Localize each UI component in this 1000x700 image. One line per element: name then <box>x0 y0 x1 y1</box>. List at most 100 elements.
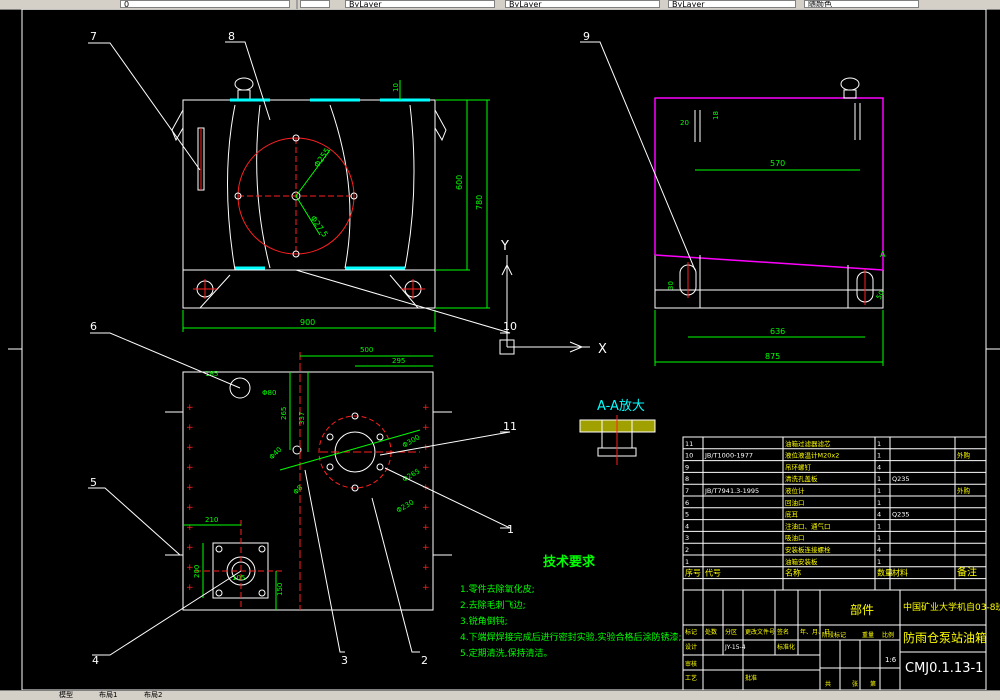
top-view: +++ +++ +++ + +++ +++ +++ + 500 295 185 … <box>165 346 452 611</box>
dim-front-r2: Φ27.5 <box>308 214 329 239</box>
layer-tools-button[interactable] <box>300 0 330 8</box>
title-scale: 1:6 <box>885 656 897 664</box>
svg-text:+: + <box>422 443 430 453</box>
dim-front-r: Φ255 <box>312 146 332 169</box>
svg-text:+: + <box>186 583 194 593</box>
callout-3: 3 <box>341 654 348 667</box>
dim-top-500: 500 <box>360 346 373 354</box>
toolbar-separator <box>296 0 298 9</box>
dim-top-300: Φ300 <box>401 433 421 449</box>
title-block: 部件 中国矿业大学机自03-8班 防雨仓泵站油箱 CMJ0.1.13-1 1:6… <box>682 589 1000 690</box>
layer-dropdown[interactable]: 0 <box>120 0 290 8</box>
dim-side-570: 570 <box>770 159 785 168</box>
drawing-canvas[interactable]: Φ255 Φ27.5 900 600 780 10 570 20 18 30 5… <box>0 9 1000 690</box>
bom-header-note: 备注 <box>957 566 977 579</box>
lineweight-dropdown[interactable]: ByLayer <box>668 0 796 8</box>
tech-item: 1.零件去除氧化皮; <box>460 583 535 595</box>
svg-text:+: + <box>186 483 194 493</box>
tb-pizhun: 批准 <box>745 674 757 682</box>
svg-text:+: + <box>186 503 194 513</box>
callout-5: 5 <box>90 476 97 489</box>
bom-cell-qty: 4 <box>877 546 881 554</box>
dim-top-40: Φ40 <box>268 446 284 462</box>
callout-2: 2 <box>421 654 428 667</box>
bom-cell-qty: 1 <box>877 475 881 483</box>
title-drawing-no: CMJ0.1.13-1 <box>905 661 983 676</box>
dim-top-8: Φ8 <box>292 484 305 497</box>
title-part-type: 部件 <box>850 602 874 617</box>
svg-text:+: + <box>186 543 194 553</box>
callout-8: 8 <box>228 30 235 43</box>
bom-table: 11 油箱过滤器滤芯 110 JB/T1000-1977 液位液温计M20x2 1 外购9 吊… <box>682 436 987 591</box>
bom-cell-no: 11 <box>685 440 693 448</box>
tech-item: 4.下端焊焊接完成后进行密封实验,实验合格后涂防锈漆; <box>460 631 681 643</box>
bom-cell-code: JB/T1000-1977 <box>704 452 753 460</box>
ucs-x-label: X <box>598 342 607 357</box>
bom-cell-name: 油箱过滤器滤芯 <box>785 439 831 448</box>
ucs-y-label: Y <box>500 239 509 254</box>
svg-text:+: + <box>422 563 430 573</box>
bom-cell-mat: Q235 <box>892 475 910 483</box>
bom-cell-name: 底耳 <box>785 510 799 519</box>
bom-cell-no: 8 <box>685 475 689 483</box>
bom-header-code: 代号 <box>705 568 721 578</box>
bom-cell-note: 外购 <box>957 486 971 495</box>
dim-side-636: 636 <box>770 327 785 336</box>
color-dropdown[interactable]: ByLayer <box>345 0 495 8</box>
tech-item: 2.去除毛刺飞边; <box>460 599 526 611</box>
dim-side-a: A <box>880 250 886 259</box>
svg-text:+: + <box>422 543 430 553</box>
dim-top-337: 337 <box>298 412 306 425</box>
bom-cell-qty: 1 <box>877 558 881 566</box>
tb-qianming: 签名 <box>777 628 789 636</box>
plotstyle-dropdown[interactable]: 随颜色 <box>804 0 919 8</box>
bom-cell-qty: 4 <box>877 463 881 471</box>
dim-top-80: Φ80 <box>262 389 276 397</box>
svg-text:+: + <box>422 523 430 533</box>
tech-title: 技术要求 <box>543 554 596 570</box>
tech-item: 3.锐角倒钝; <box>460 615 508 627</box>
tb-gengai: 更改文件号 <box>745 628 775 636</box>
bom-cell-no: 2 <box>685 546 689 554</box>
bom-header-mat: 材料 <box>892 568 908 578</box>
svg-text:+: + <box>422 423 430 433</box>
callout-9: 9 <box>583 30 590 43</box>
svg-text:+: + <box>186 463 194 473</box>
bom-cell-name: 注油口、通气口 <box>785 521 831 530</box>
linetype-dropdown[interactable]: ByLayer <box>505 0 660 8</box>
bom-header-name: 名称 <box>785 568 801 578</box>
bom-cell-qty: 1 <box>877 522 881 530</box>
tb-biaozhunhua: 标准化 <box>777 643 795 651</box>
tb-sheji: 设计 <box>685 643 697 651</box>
tb-di: 第 <box>870 680 876 688</box>
bom-cell-mat: Q235 <box>892 511 910 519</box>
tb-chushu: 处数 <box>705 628 717 636</box>
bom-cell-name: 油箱安装板 <box>785 557 818 566</box>
tb-gongyi: 工艺 <box>685 674 697 682</box>
callout-10: 10 <box>503 320 517 333</box>
tb-shenhe: 审核 <box>685 660 697 668</box>
dim-top-230: Φ230 <box>395 498 415 514</box>
bom-header-no: 序号 <box>685 568 701 578</box>
svg-text:+: + <box>422 463 430 473</box>
dim-front-top: 10 <box>392 83 400 92</box>
bom-cell-note: 外购 <box>957 451 971 460</box>
bom-cell-qty: 1 <box>877 452 881 460</box>
dim-front-h2: 780 <box>475 195 484 210</box>
dim-front-width: 900 <box>300 318 315 327</box>
bom-cell-no: 7 <box>685 487 689 495</box>
bom-cell-no: 6 <box>685 499 689 507</box>
dim-top-200: 200 <box>193 565 201 578</box>
tb-note-extra: JY-15-4 <box>724 644 746 651</box>
bom-header-qty: 数量 <box>877 568 893 578</box>
tech-item: 5.定期清洗,保持清洁。 <box>460 647 552 659</box>
tb-gong: 共 <box>825 680 831 688</box>
bom-cell-qty: 1 <box>877 534 881 542</box>
tb-bili: 比例 <box>882 631 894 639</box>
bom-cell-qty: 1 <box>877 499 881 507</box>
bom-cell-no: 3 <box>685 534 689 542</box>
svg-text:+: + <box>186 423 194 433</box>
tb-zhongliang: 重量 <box>862 631 874 639</box>
bom-cell-name: 吸油口 <box>785 533 805 542</box>
bom-cell-name: 液位计 <box>785 486 805 495</box>
